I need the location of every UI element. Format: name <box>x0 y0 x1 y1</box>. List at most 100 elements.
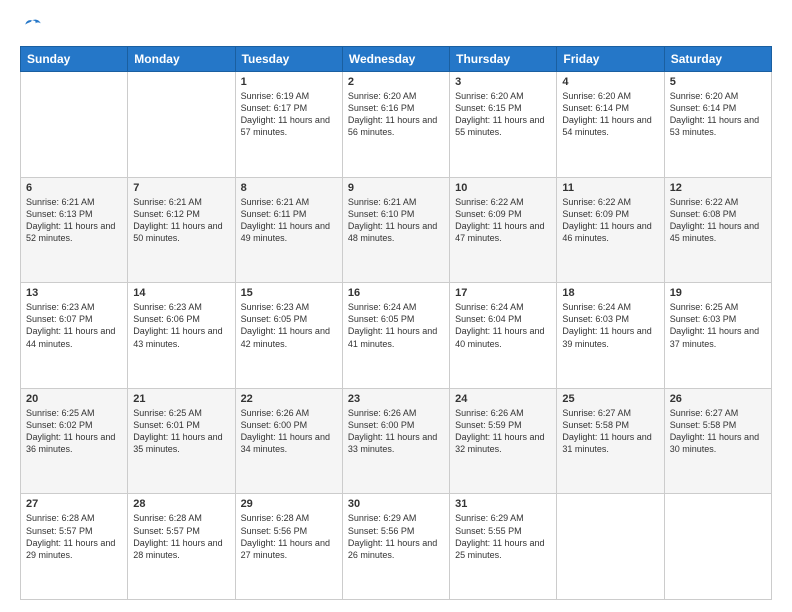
day-info: Sunrise: 6:20 AM Sunset: 6:14 PM Dayligh… <box>562 90 658 139</box>
calendar-cell: 17Sunrise: 6:24 AM Sunset: 6:04 PM Dayli… <box>450 283 557 389</box>
day-number: 21 <box>133 393 229 405</box>
day-info: Sunrise: 6:23 AM Sunset: 6:05 PM Dayligh… <box>241 301 337 350</box>
day-info: Sunrise: 6:19 AM Sunset: 6:17 PM Dayligh… <box>241 90 337 139</box>
col-header-thursday: Thursday <box>450 47 557 72</box>
day-number: 13 <box>26 287 122 299</box>
calendar-cell: 25 Sunrise: 6:27 AM Sunset: 5:58 PM Dayli… <box>557 388 664 494</box>
day-number: 5 <box>670 76 766 88</box>
calendar-cell: 24 Sunrise: 6:26 AM Sunset: 5:59 PM Dayli… <box>450 388 557 494</box>
calendar-cell: 15 Sunrise: 6:23 AM Sunset: 6:05 PM Dayli… <box>235 283 342 389</box>
calendar-cell: 31 Sunrise: 6:29 AM Sunset: 5:55 PM Dayli… <box>450 494 557 600</box>
day-number: 16 <box>348 287 444 299</box>
day-info: Sunrise: 6:25 AM Sunset: 6:03 PM Dayligh… <box>670 301 766 350</box>
day-info: Sunrise: 6:22 AM Sunset: 6:09 PM Dayligh… <box>562 196 658 245</box>
week-row-4: 20 Sunrise: 6:25 AM Sunset: 6:02 PM Dayli… <box>21 388 772 494</box>
col-header-monday: Monday <box>128 47 235 72</box>
day-number: 12 <box>670 182 766 194</box>
day-number: 4 <box>562 76 658 88</box>
day-info: Sunrise: 6:24 AM Sunset: 6:04 PM Dayligh… <box>455 301 551 350</box>
calendar-cell <box>128 72 235 178</box>
week-row-5: 27 Sunrise: 6:28 AM Sunset: 5:57 PM Dayli… <box>21 494 772 600</box>
day-number: 1 <box>241 76 337 88</box>
week-row-1: 1 Sunrise: 6:19 AM Sunset: 6:17 PM Daylig… <box>21 72 772 178</box>
day-number: 7 <box>133 182 229 194</box>
calendar-cell: 16 Sunrise: 6:24 AM Sunset: 6:05 PM Dayli… <box>342 283 449 389</box>
calendar-cell: 9 Sunrise: 6:21 AM Sunset: 6:10 PM Daylig… <box>342 177 449 283</box>
page: SundayMondayTuesdayWednesdayThursdayFrid… <box>0 0 792 612</box>
day-number: 8 <box>241 182 337 194</box>
calendar-cell: 26 Sunrise: 6:27 AM Sunset: 5:58 PM Dayli… <box>664 388 771 494</box>
day-number: 25 <box>562 393 658 405</box>
calendar-cell <box>21 72 128 178</box>
calendar-cell: 4 Sunrise: 6:20 AM Sunset: 6:14 PM Daylig… <box>557 72 664 178</box>
calendar-cell: 11 Sunrise: 6:22 AM Sunset: 6:09 PM Dayli… <box>557 177 664 283</box>
calendar-cell: 13 Sunrise: 6:23 AM Sunset: 6:07 PM Dayli… <box>21 283 128 389</box>
calendar-cell: 7 Sunrise: 6:21 AM Sunset: 6:12 PM Daylig… <box>128 177 235 283</box>
day-info: Sunrise: 6:27 AM Sunset: 5:58 PM Dayligh… <box>562 407 658 456</box>
col-header-friday: Friday <box>557 47 664 72</box>
day-number: 26 <box>670 393 766 405</box>
col-header-sunday: Sunday <box>21 47 128 72</box>
day-number: 30 <box>348 498 444 510</box>
day-number: 11 <box>562 182 658 194</box>
calendar-cell: 10Sunrise: 6:22 AM Sunset: 6:09 PM Dayli… <box>450 177 557 283</box>
day-number: 29 <box>241 498 337 510</box>
calendar-cell: 29 Sunrise: 6:28 AM Sunset: 5:56 PM Dayli… <box>235 494 342 600</box>
day-info: Sunrise: 6:21 AM Sunset: 6:12 PM Dayligh… <box>133 196 229 245</box>
day-number: 27 <box>26 498 122 510</box>
day-number: 28 <box>133 498 229 510</box>
day-info: Sunrise: 6:22 AM Sunset: 6:08 PM Dayligh… <box>670 196 766 245</box>
day-number: 23 <box>348 393 444 405</box>
day-info: Sunrise: 6:26 AM Sunset: 5:59 PM Dayligh… <box>455 407 551 456</box>
day-number: 31 <box>455 498 551 510</box>
week-row-2: 6 Sunrise: 6:21 AM Sunset: 6:13 PM Daylig… <box>21 177 772 283</box>
day-info: Sunrise: 6:29 AM Sunset: 5:55 PM Dayligh… <box>455 512 551 561</box>
day-number: 10 <box>455 182 551 194</box>
calendar-cell: 2Sunrise: 6:20 AM Sunset: 6:16 PM Daylig… <box>342 72 449 178</box>
calendar-cell: 12 Sunrise: 6:22 AM Sunset: 6:08 PM Dayli… <box>664 177 771 283</box>
day-number: 15 <box>241 287 337 299</box>
col-header-wednesday: Wednesday <box>342 47 449 72</box>
day-info: Sunrise: 6:24 AM Sunset: 6:05 PM Dayligh… <box>348 301 444 350</box>
calendar-cell <box>664 494 771 600</box>
calendar-cell: 20 Sunrise: 6:25 AM Sunset: 6:02 PM Dayli… <box>21 388 128 494</box>
calendar-cell: 18 Sunrise: 6:24 AM Sunset: 6:03 PM Dayli… <box>557 283 664 389</box>
calendar-cell: 27 Sunrise: 6:28 AM Sunset: 5:57 PM Dayli… <box>21 494 128 600</box>
calendar-cell: 6 Sunrise: 6:21 AM Sunset: 6:13 PM Daylig… <box>21 177 128 283</box>
day-number: 18 <box>562 287 658 299</box>
day-number: 19 <box>670 287 766 299</box>
calendar-cell <box>557 494 664 600</box>
day-info: Sunrise: 6:25 AM Sunset: 6:01 PM Dayligh… <box>133 407 229 456</box>
day-info: Sunrise: 6:23 AM Sunset: 6:07 PM Dayligh… <box>26 301 122 350</box>
day-number: 6 <box>26 182 122 194</box>
day-info: Sunrise: 6:24 AM Sunset: 6:03 PM Dayligh… <box>562 301 658 350</box>
calendar-cell: 5 Sunrise: 6:20 AM Sunset: 6:14 PM Daylig… <box>664 72 771 178</box>
day-info: Sunrise: 6:20 AM Sunset: 6:14 PM Dayligh… <box>670 90 766 139</box>
day-info: Sunrise: 6:26 AM Sunset: 6:00 PM Dayligh… <box>348 407 444 456</box>
day-info: Sunrise: 6:25 AM Sunset: 6:02 PM Dayligh… <box>26 407 122 456</box>
calendar-cell: 22Sunrise: 6:26 AM Sunset: 6:00 PM Dayli… <box>235 388 342 494</box>
day-number: 2 <box>348 76 444 88</box>
day-info: Sunrise: 6:21 AM Sunset: 6:13 PM Dayligh… <box>26 196 122 245</box>
logo-bird-icon <box>22 16 42 36</box>
header <box>20 16 772 36</box>
col-header-saturday: Saturday <box>664 47 771 72</box>
calendar-cell: 8Sunrise: 6:21 AM Sunset: 6:11 PM Daylig… <box>235 177 342 283</box>
day-info: Sunrise: 6:23 AM Sunset: 6:06 PM Dayligh… <box>133 301 229 350</box>
calendar-cell: 19 Sunrise: 6:25 AM Sunset: 6:03 PM Dayli… <box>664 283 771 389</box>
calendar-cell: 1 Sunrise: 6:19 AM Sunset: 6:17 PM Daylig… <box>235 72 342 178</box>
day-info: Sunrise: 6:28 AM Sunset: 5:57 PM Dayligh… <box>26 512 122 561</box>
day-info: Sunrise: 6:21 AM Sunset: 6:10 PM Dayligh… <box>348 196 444 245</box>
calendar-cell: 21 Sunrise: 6:25 AM Sunset: 6:01 PM Dayli… <box>128 388 235 494</box>
logo <box>20 16 42 36</box>
day-info: Sunrise: 6:27 AM Sunset: 5:58 PM Dayligh… <box>670 407 766 456</box>
day-number: 24 <box>455 393 551 405</box>
calendar-header-row: SundayMondayTuesdayWednesdayThursdayFrid… <box>21 47 772 72</box>
day-number: 20 <box>26 393 122 405</box>
day-number: 22 <box>241 393 337 405</box>
week-row-3: 13 Sunrise: 6:23 AM Sunset: 6:07 PM Dayli… <box>21 283 772 389</box>
day-number: 9 <box>348 182 444 194</box>
day-number: 14 <box>133 287 229 299</box>
day-info: Sunrise: 6:28 AM Sunset: 5:56 PM Dayligh… <box>241 512 337 561</box>
calendar-cell: 30Sunrise: 6:29 AM Sunset: 5:56 PM Dayli… <box>342 494 449 600</box>
